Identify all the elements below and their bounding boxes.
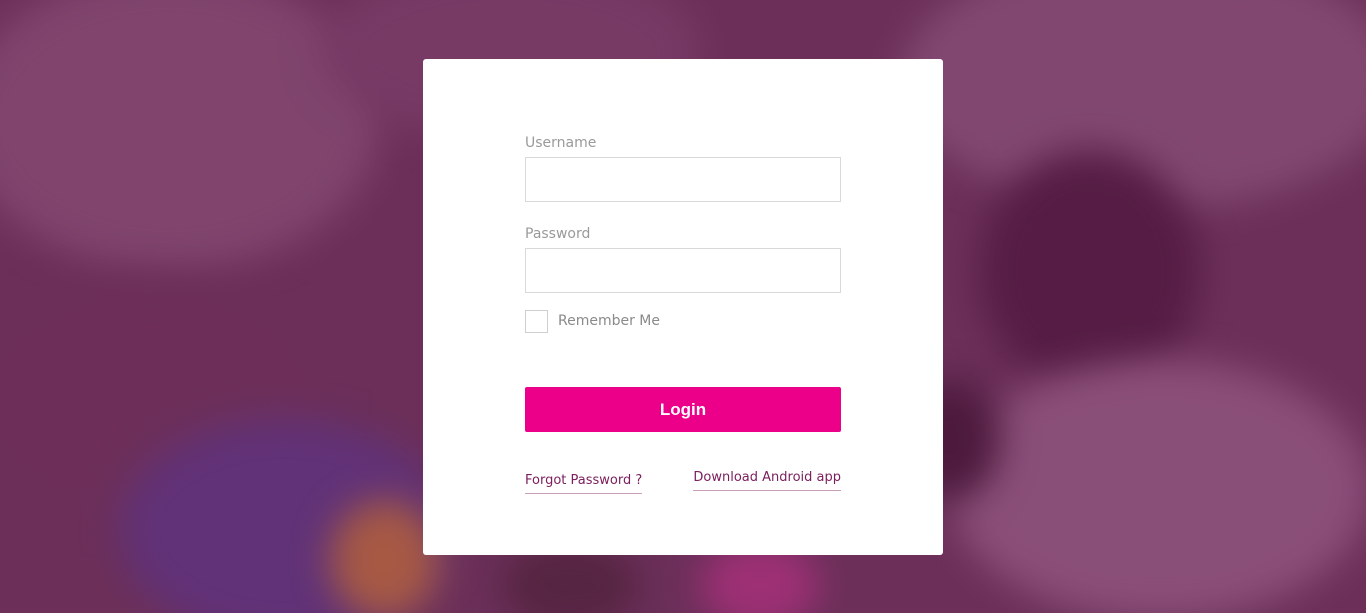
forgot-password-link[interactable]: Forgot Password ? bbox=[525, 473, 643, 494]
login-form: Username Password Remember Me Login Forg… bbox=[525, 133, 841, 500]
download-android-app-link[interactable]: Download Android app bbox=[693, 470, 841, 491]
remember-me-label: Remember Me bbox=[558, 313, 660, 329]
username-input[interactable] bbox=[525, 157, 841, 202]
password-label: Password bbox=[525, 226, 591, 242]
footer-links: Forgot Password ? Download Android app bbox=[525, 470, 841, 500]
login-card: Username Password Remember Me Login Forg… bbox=[423, 59, 943, 555]
username-label: Username bbox=[525, 135, 597, 151]
remember-me-row: Remember Me bbox=[525, 309, 841, 333]
password-input[interactable] bbox=[525, 248, 841, 293]
remember-me-checkbox[interactable] bbox=[525, 309, 548, 333]
login-button[interactable]: Login bbox=[525, 387, 841, 432]
